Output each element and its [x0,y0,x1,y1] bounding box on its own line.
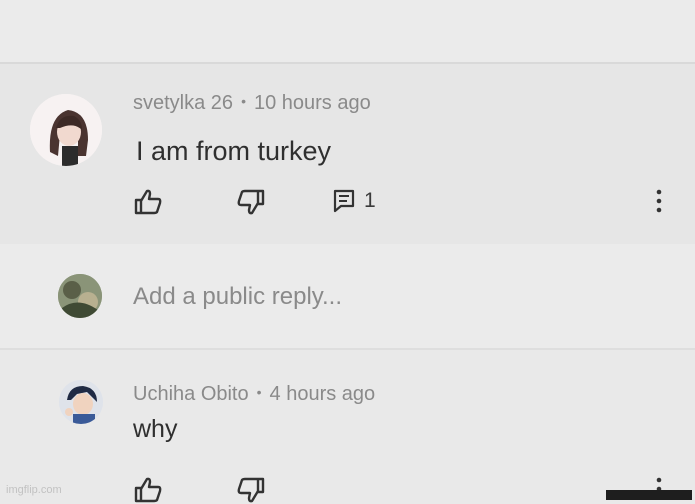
reply-author[interactable]: Uchiha Obito [133,383,249,405]
reply-count[interactable]: 1 [364,189,376,213]
corner-mark [606,490,692,500]
user-avatar-icon [58,274,102,318]
reply-input[interactable]: Add a public reply... [133,283,342,311]
comment-text: I am from turkey [136,136,332,166]
top-strip [0,0,695,62]
comment: svetylka 26 • 10 hours ago I am from turke… [0,62,695,246]
obito-avatar-icon [59,380,103,424]
comment-meta: svetylka 26 • 10 hours ago [133,92,371,115]
thumb-down-icon[interactable] [236,188,266,216]
reply-text: why [133,415,178,443]
anime-girl-avatar-icon [30,94,102,166]
comment-icon[interactable] [333,189,355,213]
avatar[interactable] [30,94,102,166]
meta-separator: • [256,384,262,400]
thumb-up-icon[interactable] [133,188,163,216]
watermark: imgflip.com [6,484,62,496]
meta-separator: • [241,93,246,109]
current-user-avatar[interactable] [58,274,102,318]
comment-author[interactable]: svetylka 26 [133,92,233,114]
reply-comment: Uchiha Obito • 4 hours ago why [0,348,695,503]
comment-time[interactable]: 10 hours ago [254,92,371,114]
reply-bar: Add a public reply... [0,244,695,348]
reply-meta: Uchiha Obito • 4 hours ago [133,383,375,406]
reply-avatar[interactable] [59,380,103,424]
more-vertical-icon[interactable] [654,188,664,214]
reply-time[interactable]: 4 hours ago [270,383,376,405]
